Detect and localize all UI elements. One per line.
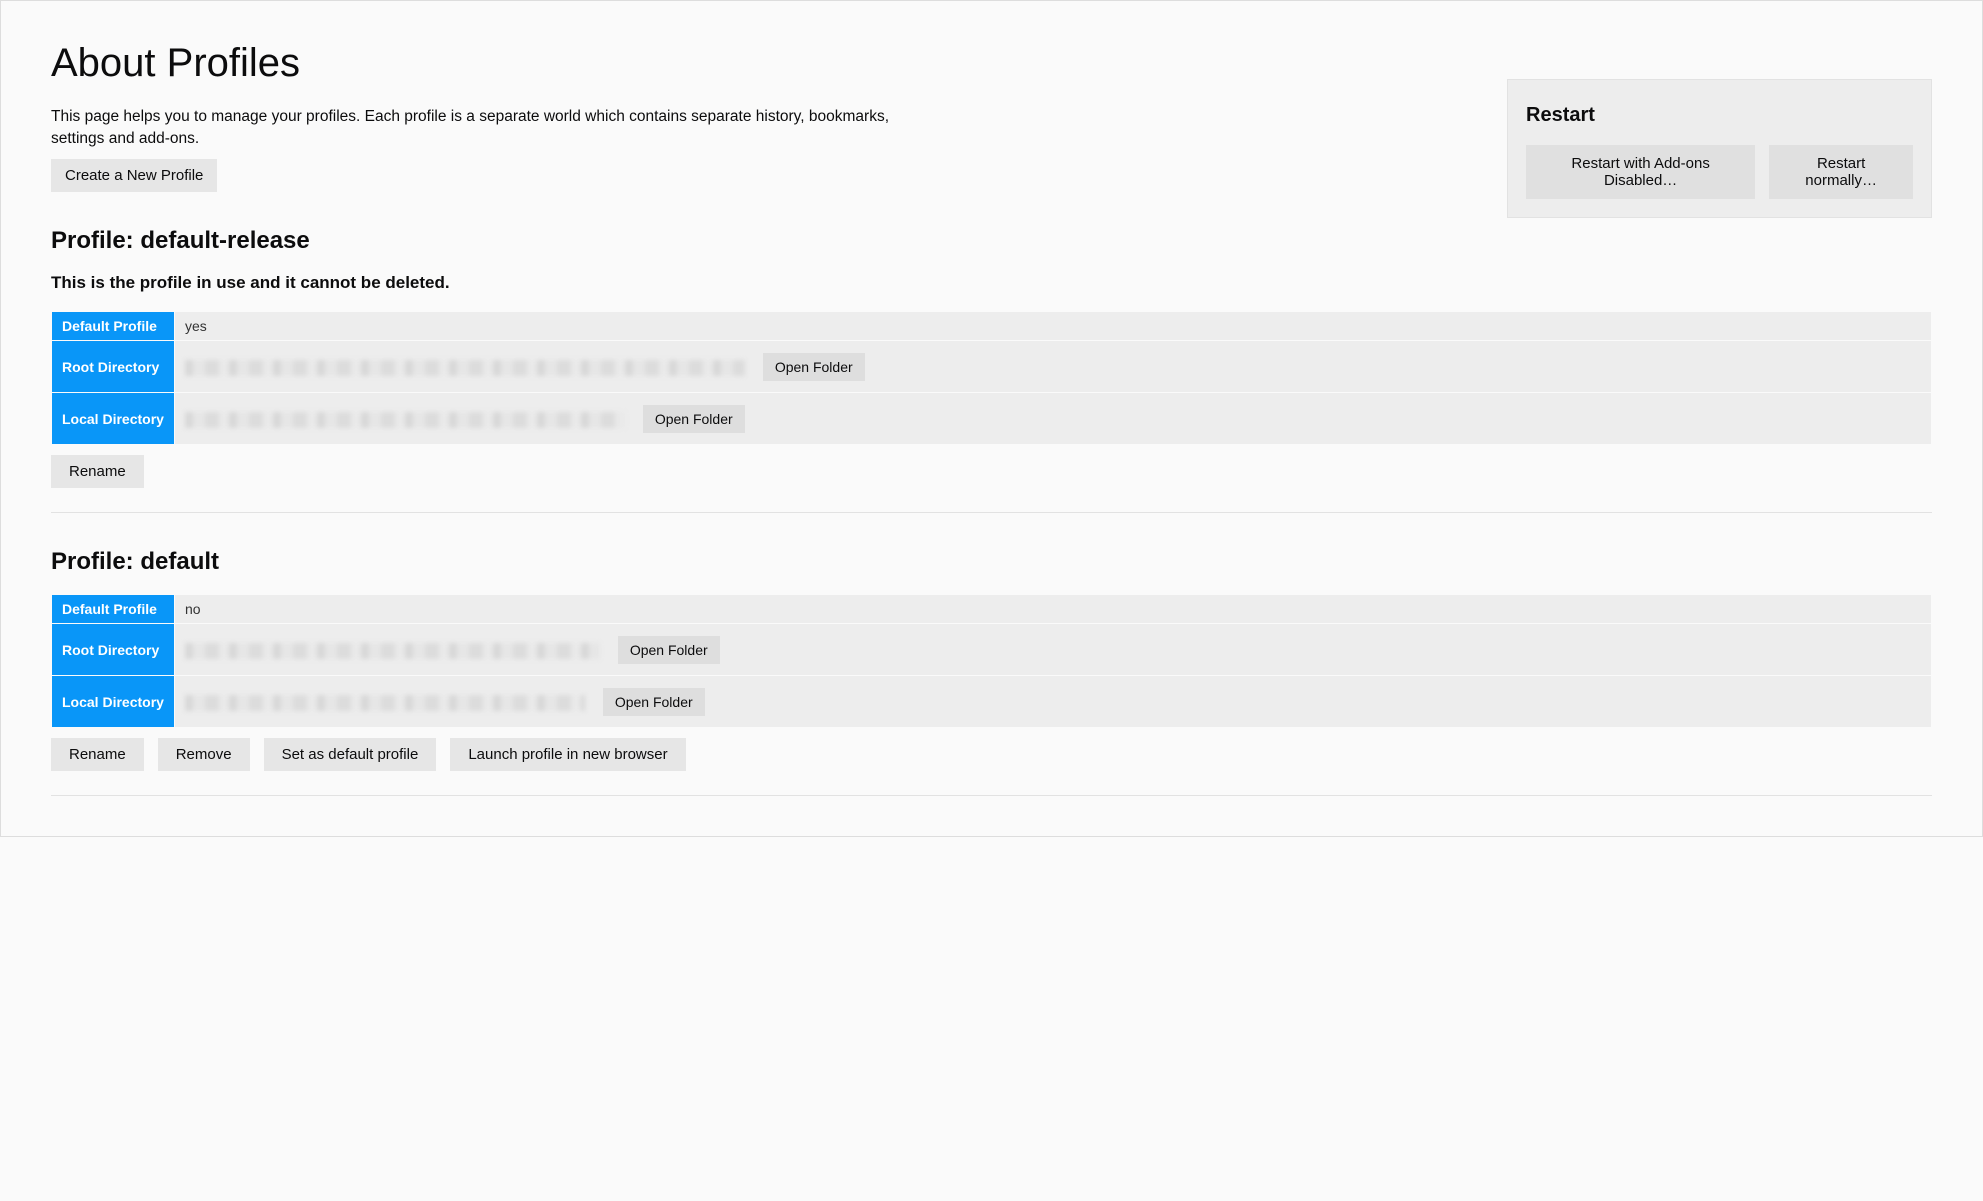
table-row: Root Directory Open Folder	[52, 624, 1932, 676]
table-row: Default Profile no	[52, 595, 1932, 624]
profile-in-use-note: This is the profile in use and it cannot…	[51, 273, 1932, 293]
restart-title: Restart	[1526, 104, 1913, 127]
restart-panel: Restart Restart with Add-ons Disabled… R…	[1507, 79, 1932, 218]
table-row: Default Profile yes	[52, 312, 1932, 341]
root-directory-label: Root Directory	[52, 624, 175, 676]
page-container: About Profiles This page helps you to ma…	[1, 1, 1982, 836]
profile-table: Default Profile no Root Directory Open F…	[51, 594, 1932, 728]
root-directory-value: Open Folder	[174, 624, 1931, 676]
local-directory-value: Open Folder	[174, 676, 1931, 728]
restart-normal-button[interactable]: Restart normally…	[1769, 145, 1913, 199]
create-profile-button[interactable]: Create a New Profile	[51, 159, 217, 192]
default-profile-value: no	[174, 595, 1931, 624]
default-profile-label: Default Profile	[52, 312, 175, 341]
redacted-path-icon	[185, 695, 585, 711]
root-directory-value: Open Folder	[174, 341, 1931, 393]
open-folder-button[interactable]: Open Folder	[763, 353, 865, 381]
launch-new-browser-button[interactable]: Launch profile in new browser	[450, 738, 685, 771]
redacted-path-icon	[185, 412, 625, 428]
table-row: Local Directory Open Folder	[52, 676, 1932, 728]
open-folder-button[interactable]: Open Folder	[618, 636, 720, 664]
profile-heading: Profile: default	[51, 548, 1932, 576]
profile-heading: Profile: default-release	[51, 227, 1932, 255]
profile-table: Default Profile yes Root Directory Open …	[51, 311, 1932, 445]
table-row: Local Directory Open Folder	[52, 393, 1932, 445]
rename-button[interactable]: Rename	[51, 455, 144, 488]
default-profile-value: yes	[174, 312, 1931, 341]
profile-section: Profile: default Default Profile no Root…	[51, 548, 1932, 796]
open-folder-button[interactable]: Open Folder	[643, 405, 745, 433]
redacted-path-icon	[185, 360, 745, 376]
set-default-button[interactable]: Set as default profile	[264, 738, 437, 771]
redacted-path-icon	[185, 643, 600, 659]
local-directory-label: Local Directory	[52, 393, 175, 445]
restart-disabled-button[interactable]: Restart with Add-ons Disabled…	[1526, 145, 1755, 199]
open-folder-button[interactable]: Open Folder	[603, 688, 705, 716]
root-directory-label: Root Directory	[52, 341, 175, 393]
rename-button[interactable]: Rename	[51, 738, 144, 771]
page-description: This page helps you to manage your profi…	[51, 106, 921, 149]
default-profile-label: Default Profile	[52, 595, 175, 624]
local-directory-label: Local Directory	[52, 676, 175, 728]
table-row: Root Directory Open Folder	[52, 341, 1932, 393]
profile-section: Profile: default-release This is the pro…	[51, 227, 1932, 513]
remove-button[interactable]: Remove	[158, 738, 250, 771]
local-directory-value: Open Folder	[174, 393, 1931, 445]
